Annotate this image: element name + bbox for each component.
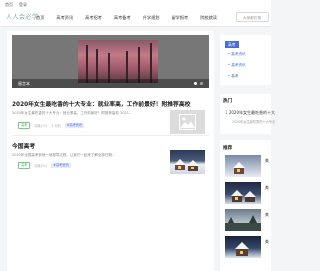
nav-item-abroad[interactable]: 留学报考 xyxy=(165,9,194,26)
nav-item-planning[interactable]: 升学规划 xyxy=(137,9,166,26)
post-title[interactable]: 2020年女生最吃香的十大专业：就业率高，工作前景好！附推荐高校 xyxy=(12,99,209,108)
nav-item-prep[interactable]: 高考备考 xyxy=(108,9,137,26)
nav-item-home[interactable]: 首页 xyxy=(30,9,50,26)
post-views: 阅读(17) xyxy=(34,124,48,128)
hot-item[interactable]: 1 2020年女生最吃香的十大 xyxy=(225,110,275,116)
post-meta: 高考 阅读(51) #高考资讯 xyxy=(18,162,71,169)
topbar-home-link[interactable]: 首页 xyxy=(5,0,13,9)
hot-section-title: 热门 xyxy=(223,99,233,104)
nav-item-admission[interactable]: 高考招考 xyxy=(79,9,108,26)
search-input[interactable]: 大家都在搜 xyxy=(236,12,269,22)
sidebar-tag[interactable]: 高考 xyxy=(225,41,239,48)
slider-dot[interactable] xyxy=(200,82,203,85)
recommend-section-title: 推荐 xyxy=(223,146,233,151)
top-utility-bar: 首页 登录 xyxy=(0,0,271,9)
recommend-title[interactable]: 美 xyxy=(265,239,271,245)
image-slider[interactable]: 留言本 xyxy=(12,35,209,88)
post-tag[interactable]: 高考 xyxy=(18,122,31,129)
post-excerpt: 2020年全国高考到地一地报导过程，让我们一起来了解全部日期... xyxy=(12,153,116,157)
main-nav: 首页 高考资讯 高考招考 高考备考 升学规划 留学报考 院校就读 xyxy=(30,9,223,26)
slide-caption: 留言本 xyxy=(12,79,209,88)
recommend-thumbnail[interactable] xyxy=(225,236,261,258)
post-category[interactable]: #高考资讯 xyxy=(64,123,85,128)
sidebar-link[interactable]: • 高考 xyxy=(228,74,238,79)
post-tag[interactable]: 高考 xyxy=(18,162,31,169)
site-header: 人人会必学 首页 高考资讯 高考招考 高考备考 升学规划 留学报考 院校就读 大… xyxy=(0,9,271,27)
recommend-thumbnail[interactable] xyxy=(225,209,261,231)
snow-scene-image xyxy=(174,159,199,171)
recommend-title[interactable]: 美 xyxy=(265,158,271,164)
divider xyxy=(12,135,209,136)
post-date: 7 天前 xyxy=(51,124,61,128)
post-views: 阅读(51) xyxy=(34,164,48,168)
post-thumbnail[interactable] xyxy=(170,150,205,174)
post-title[interactable]: 今国高考 xyxy=(12,141,209,150)
recommend-thumbnail[interactable] xyxy=(225,182,261,204)
slider-dot[interactable] xyxy=(194,82,197,85)
nav-item-colleges[interactable]: 院校就读 xyxy=(194,9,223,26)
recommend-title[interactable]: 美 xyxy=(265,185,271,191)
image-placeholder-icon xyxy=(179,114,196,130)
sidebar-link[interactable]: • 高考资讯 xyxy=(228,63,246,68)
slide-image[interactable] xyxy=(78,40,158,83)
post-category[interactable]: #高考资讯 xyxy=(51,163,71,168)
recommend-title[interactable]: 美 xyxy=(265,212,271,218)
hot-item-sub: 2020年女生最吃香的十大专业 xyxy=(232,120,276,124)
sidebar-link[interactable]: • 高考资讯 xyxy=(228,52,246,57)
post-thumbnail-placeholder[interactable] xyxy=(170,110,205,134)
topbar-login-link[interactable]: 登录 xyxy=(19,0,27,9)
nav-item-news[interactable]: 高考资讯 xyxy=(50,9,79,26)
post-excerpt: 2020年女生最吃香的十大专业：就业率高，工作前景好！附推荐高校 2021... xyxy=(12,111,133,115)
post-meta: 高考 阅读(17) 7 天前 #高考资讯 xyxy=(18,122,85,129)
recommend-thumbnail[interactable] xyxy=(225,155,261,177)
